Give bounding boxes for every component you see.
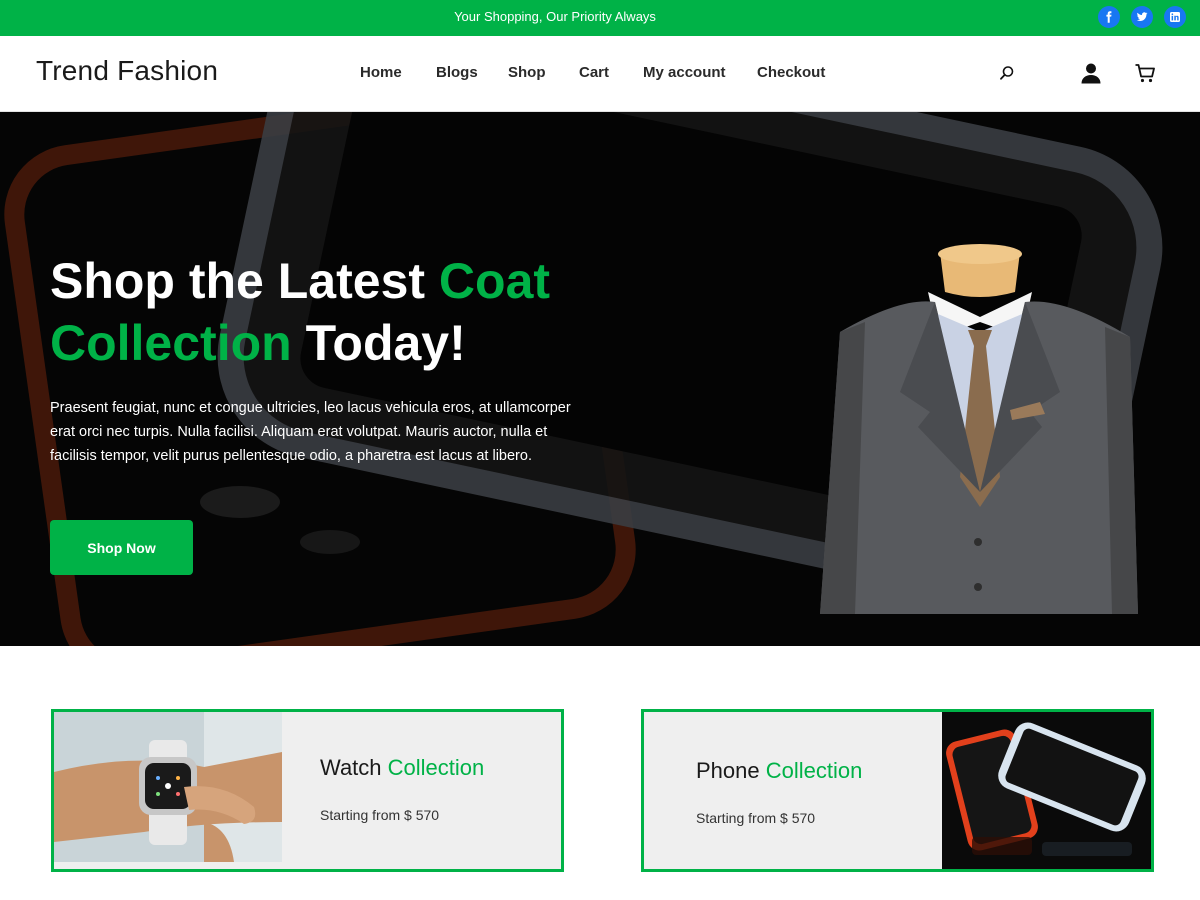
nav-checkout[interactable]: Checkout [757, 64, 825, 81]
nav-blogs[interactable]: Blogs [436, 64, 478, 81]
watch-collection-title: Watch Collection [320, 755, 484, 781]
hero-title-part2: Today! [291, 315, 466, 371]
twitter-icon[interactable] [1131, 6, 1153, 28]
watch-collection-card[interactable]: Watch Collection Starting from $ 570 [51, 709, 564, 872]
top-announcement-bar: Your Shopping, Our Priority Always [0, 0, 1200, 36]
hero-title-highlight-collection: Collection [50, 315, 292, 371]
nav-my-account[interactable]: My account [643, 64, 726, 81]
hero-title-part1: Shop the Latest [50, 253, 439, 309]
phone-collection-card[interactable]: Phone Collection Starting from $ 570 [641, 709, 1154, 872]
search-icon[interactable] [998, 64, 1016, 82]
shop-now-button[interactable]: Shop Now [50, 520, 193, 575]
watch-collection-highlight: Collection [387, 755, 485, 780]
hero-banner: Shop the Latest Coat Collection Today! Pr… [0, 112, 1200, 646]
linkedin-icon[interactable] [1164, 6, 1186, 28]
watch-image [54, 712, 282, 862]
watch-collection-name: Watch [320, 755, 382, 780]
phone-collection-name: Phone [696, 758, 760, 783]
hero-title: Shop the Latest Coat Collection Today! [50, 250, 670, 374]
phone-collection-highlight: Collection [765, 758, 863, 783]
hero-title-highlight-coat: Coat [438, 253, 551, 309]
phone-collection-title: Phone Collection [696, 758, 862, 784]
nav-home[interactable]: Home [360, 64, 402, 81]
user-icon[interactable] [1079, 61, 1103, 85]
site-header: Trend Fashion Home Blogs Shop Cart My ac… [0, 36, 1200, 112]
facebook-icon[interactable] [1098, 6, 1120, 28]
nav-cart[interactable]: Cart [579, 64, 609, 81]
hero-description: Praesent feugiat, nunc et congue ultrici… [50, 400, 571, 464]
phones-image [942, 712, 1151, 869]
tagline: Your Shopping, Our Priority Always [454, 9, 656, 24]
phone-collection-price: Starting from $ 570 [696, 810, 816, 826]
site-logo[interactable]: Trend Fashion [36, 55, 218, 87]
nav-shop[interactable]: Shop [508, 64, 546, 81]
watch-collection-price: Starting from $ 570 [320, 807, 440, 823]
cart-icon[interactable] [1133, 61, 1157, 85]
suit-mannequin-image [820, 244, 1138, 614]
